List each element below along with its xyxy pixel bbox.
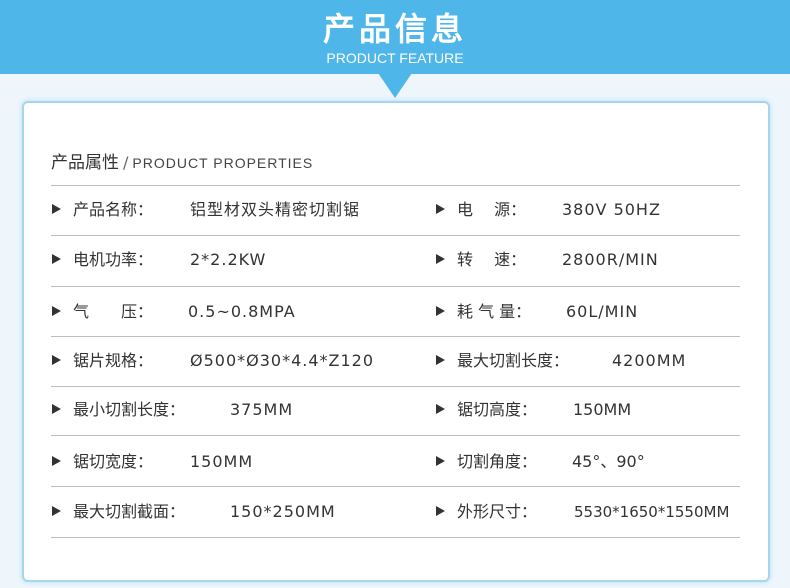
divider xyxy=(51,435,740,436)
property-value: 45°、90° xyxy=(572,452,645,471)
bullet-triangle-icon xyxy=(436,305,445,316)
property-value: 380V 50HZ xyxy=(562,200,661,219)
property-label: 电机功率： xyxy=(73,250,154,269)
property-left: 锯片规格： xyxy=(52,346,153,376)
property-left: 最小切割长度： xyxy=(52,395,185,425)
bullet-triangle-icon xyxy=(436,455,445,466)
property-label: 最小切割长度： xyxy=(73,400,186,419)
divider xyxy=(51,336,740,337)
property-value: 0.5~0.8MPA xyxy=(188,302,296,321)
banner-arrow-icon xyxy=(378,73,412,98)
property-value: 5530*1650*1550MM xyxy=(574,503,730,521)
property-value: 60L/MIN xyxy=(566,302,639,321)
bullet-triangle-icon xyxy=(436,505,445,516)
property-label: 切割角度： xyxy=(457,452,538,471)
property-label: 电 源： xyxy=(457,200,527,219)
bullet-triangle-icon xyxy=(52,203,61,214)
bullet-triangle-icon xyxy=(52,455,61,466)
section-title-en: PRODUCT PROPERTIES xyxy=(132,155,314,171)
bullet-triangle-icon xyxy=(436,253,445,264)
property-label: 最大切割截面： xyxy=(73,502,186,521)
property-value: 铝型材双头精密切割锯 xyxy=(190,200,361,219)
section-separator: / xyxy=(123,153,129,172)
property-label: 锯切宽度： xyxy=(73,452,154,471)
property-row: 产品名称： 铝型材双头精密切割锯 电 源： 380V 50HZ xyxy=(0,195,790,225)
property-label: 耗 气 量： xyxy=(457,302,532,321)
property-value: 150MM xyxy=(573,400,632,419)
property-right: 外形尺寸： xyxy=(436,497,537,527)
property-value: 150*250MM xyxy=(230,502,336,521)
property-right: 切割角度： xyxy=(436,447,537,477)
property-row: 最大切割截面： 150*250MM 外形尺寸： 5530*1650*1550MM xyxy=(0,497,790,527)
bullet-triangle-icon xyxy=(52,354,61,365)
property-value: 375MM xyxy=(230,400,294,419)
property-label: 锯切高度： xyxy=(457,400,538,419)
bullet-triangle-icon xyxy=(52,253,61,264)
property-row: 最小切割长度： 375MM 锯切高度： 150MM xyxy=(0,395,790,425)
property-left: 电机功率： xyxy=(52,245,153,275)
banner-title: 产品信息 xyxy=(322,10,467,48)
property-value: 4200MM xyxy=(612,351,687,370)
property-right: 电 源： xyxy=(436,195,526,225)
property-left: 气 压： xyxy=(52,297,153,327)
bullet-triangle-icon xyxy=(52,403,61,414)
bullet-triangle-icon xyxy=(52,305,61,316)
divider xyxy=(51,386,740,387)
property-row: 电机功率： 2*2.2KW 转 速： 2800R/MIN xyxy=(0,245,790,275)
property-row: 锯片规格： Ø500*Ø30*4.4*Z120 最大切割长度： 4200MM xyxy=(0,346,790,376)
property-left: 锯切宽度： xyxy=(52,447,153,477)
property-label: 产品名称： xyxy=(73,200,154,219)
property-left: 产品名称： xyxy=(52,195,153,225)
property-value: Ø500*Ø30*4.4*Z120 xyxy=(190,351,375,370)
banner-subtitle: PRODUCT FEATURE xyxy=(326,50,464,66)
divider xyxy=(51,185,740,186)
bullet-triangle-icon xyxy=(436,354,445,365)
section-heading: 产品属性 / PRODUCT PROPERTIES xyxy=(51,150,313,176)
property-value: 150MM xyxy=(190,452,254,471)
divider xyxy=(51,486,740,487)
property-row: 气 压： 0.5~0.8MPA 耗 气 量： 60L/MIN xyxy=(0,297,790,327)
property-right: 最大切割长度： xyxy=(436,346,569,376)
property-right: 锯切高度： xyxy=(436,395,537,425)
divider xyxy=(51,537,740,538)
property-label: 外形尺寸： xyxy=(457,502,538,521)
divider xyxy=(51,286,740,287)
bullet-triangle-icon xyxy=(436,203,445,214)
property-row: 锯切宽度： 150MM 切割角度： 45°、90° xyxy=(0,447,790,477)
property-value: 2*2.2KW xyxy=(190,250,267,269)
property-left: 最大切割截面： xyxy=(52,497,185,527)
bullet-triangle-icon xyxy=(436,403,445,414)
divider xyxy=(51,235,740,236)
property-value: 2800R/MIN xyxy=(562,250,659,269)
section-title-cn: 产品属性 xyxy=(51,153,119,173)
property-label: 转 速： xyxy=(457,250,527,269)
property-label: 气 压： xyxy=(73,302,154,321)
property-label: 锯片规格： xyxy=(73,351,154,370)
bullet-triangle-icon xyxy=(52,505,61,516)
property-right: 耗 气 量： xyxy=(436,297,531,327)
property-label: 最大切割长度： xyxy=(457,351,570,370)
property-right: 转 速： xyxy=(436,245,526,275)
